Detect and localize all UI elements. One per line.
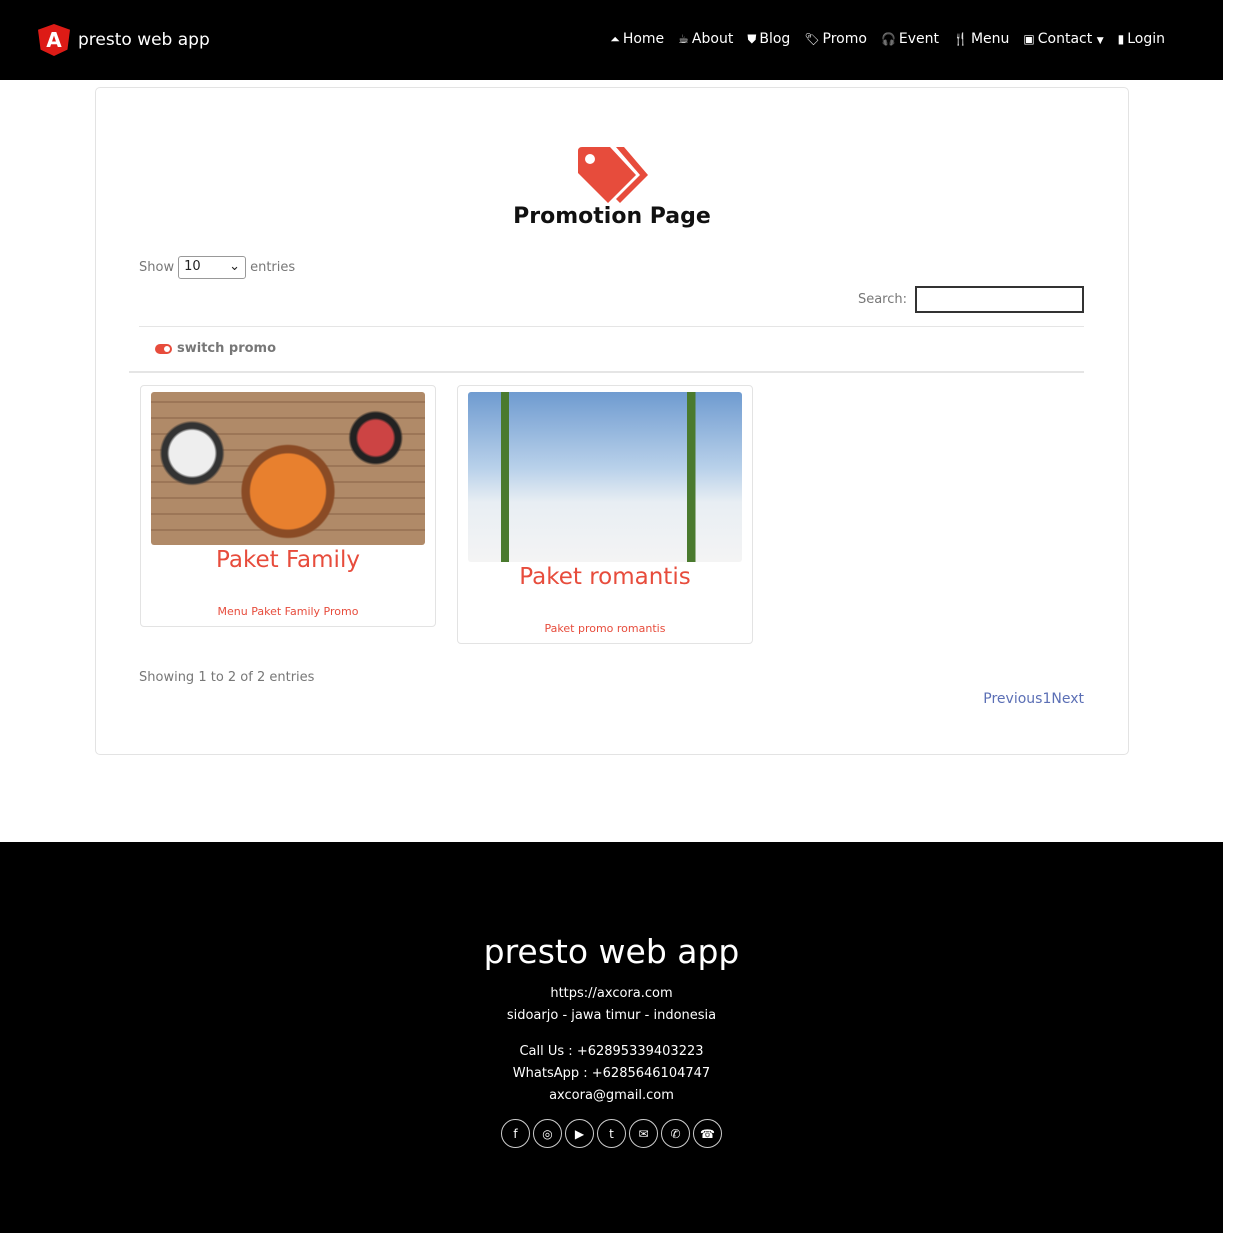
table-info: Showing 1 to 2 of 2 entries bbox=[139, 670, 315, 685]
nav-event[interactable]: 🎧 Event bbox=[881, 31, 939, 47]
next-button[interactable]: Next bbox=[1051, 691, 1084, 707]
card-description: Paket promo romantis bbox=[544, 622, 666, 635]
pagination: Previous1Next bbox=[983, 691, 1084, 707]
toggle-icon bbox=[155, 343, 172, 354]
twitter-icon[interactable]: t bbox=[597, 1119, 626, 1148]
search-label: Search: bbox=[857, 292, 907, 307]
phone-icon[interactable]: ☎ bbox=[693, 1119, 722, 1148]
show-label: Show bbox=[139, 260, 175, 275]
nav-blog[interactable]: ⛊ Blog bbox=[747, 31, 790, 47]
page-title: Promotion Page bbox=[513, 204, 711, 229]
tags-icon bbox=[578, 147, 648, 203]
card-title: Paket Family bbox=[216, 547, 360, 573]
youtube-icon[interactable]: ▶ bbox=[565, 1119, 594, 1148]
footer-whatsapp: WhatsApp : +6285646104747 bbox=[512, 1066, 711, 1081]
entries-select[interactable]: 10 ⌄ bbox=[178, 256, 247, 279]
promo-card-container: Promotion Page Show 10 ⌄ entries Search: … bbox=[95, 87, 1129, 755]
whatsapp-icon[interactable]: ✆ bbox=[661, 1119, 690, 1148]
envelope-icon[interactable]: ✉ bbox=[629, 1119, 658, 1148]
tags-icon: 🏷 bbox=[804, 32, 820, 46]
nav-login[interactable]: ▮ Login bbox=[1118, 31, 1165, 47]
utensils-icon: 🍴 bbox=[953, 32, 968, 46]
entries-label: entries bbox=[250, 260, 296, 275]
promo-image-family bbox=[151, 392, 425, 545]
mobile-icon: ▮ bbox=[1117, 32, 1125, 46]
angular-logo-icon: A bbox=[38, 24, 70, 56]
headphones-icon: 🎧 bbox=[880, 32, 896, 46]
chevron-down-icon: ⌄ bbox=[229, 259, 241, 274]
brand-name: presto web app bbox=[78, 30, 210, 50]
switch-promo[interactable]: switch promo bbox=[155, 341, 276, 356]
angular-icon: ⛊ bbox=[747, 32, 757, 46]
footer-url[interactable]: https://axcora.com bbox=[0, 983, 1223, 1005]
nav-home[interactable]: ⏶ Home bbox=[610, 31, 664, 47]
navbar: Apresto web app ⏶ Home ☕ About ⛊ Blog 🏷 Prom… bbox=[0, 0, 1223, 80]
id-badge-icon: ▣ bbox=[1023, 32, 1035, 46]
previous-button[interactable]: Previous bbox=[983, 691, 1042, 707]
facebook-icon[interactable]: f bbox=[501, 1119, 530, 1148]
search-input[interactable] bbox=[915, 286, 1084, 313]
footer-address: sidoarjo - jawa timur - indonesia bbox=[506, 1008, 717, 1023]
promo-image-romantis bbox=[468, 392, 742, 562]
bell-icon: ⏶ bbox=[610, 32, 620, 46]
nav-about[interactable]: ☕ About bbox=[678, 31, 733, 47]
brand[interactable]: Apresto web app bbox=[38, 24, 210, 56]
promo-card[interactable]: Paket Family Menu Paket Family Promo bbox=[140, 385, 436, 627]
nav-menu[interactable]: 🍴 Menu bbox=[953, 31, 1009, 47]
instagram-icon[interactable]: ◎ bbox=[533, 1119, 562, 1148]
coffee-icon: ☕ bbox=[678, 32, 689, 46]
card-description: Menu Paket Family Promo bbox=[217, 605, 359, 618]
footer-title: presto web app bbox=[483, 932, 740, 971]
nav-contact[interactable]: ▣ Contact ▼ bbox=[1023, 31, 1103, 47]
nav-promo[interactable]: 🏷 Promo bbox=[804, 31, 867, 47]
card-title: Paket romantis bbox=[519, 564, 691, 590]
footer-phone: Call Us : +62895339403223 bbox=[519, 1044, 704, 1059]
promo-card[interactable]: Paket romantis Paket promo romantis bbox=[457, 385, 753, 644]
footer: presto web app https://axcora.com sidoarj… bbox=[0, 842, 1223, 1233]
caret-down-icon: ▼ bbox=[1096, 36, 1104, 46]
footer-email: axcora@gmail.com bbox=[549, 1088, 674, 1103]
